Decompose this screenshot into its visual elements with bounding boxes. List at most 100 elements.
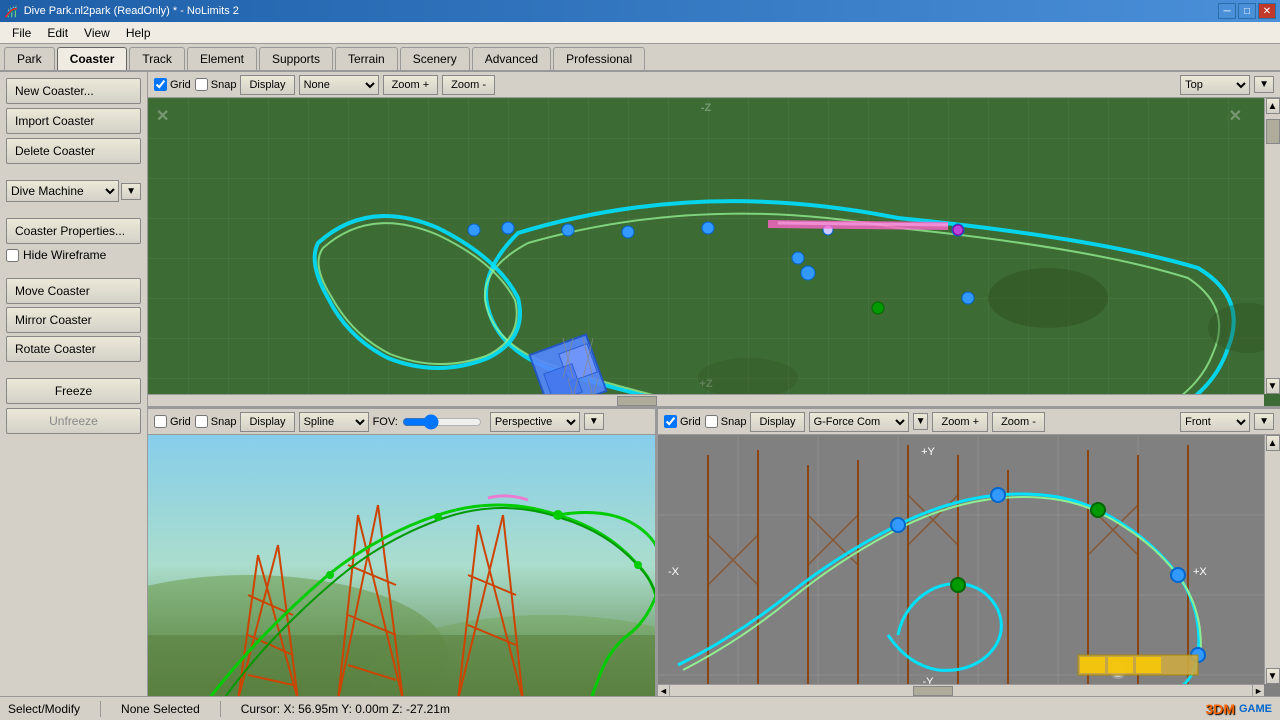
status-bar: Select/Modify None Selected Cursor: X: 5… bbox=[0, 696, 1280, 720]
snap-checkbox-persp[interactable] bbox=[195, 415, 208, 428]
tab-scenery[interactable]: Scenery bbox=[400, 47, 470, 70]
front-scene[interactable]: +Y -Y -X +X bbox=[658, 435, 1264, 684]
svg-text:-Y: -Y bbox=[923, 676, 935, 684]
tab-professional[interactable]: Professional bbox=[553, 47, 645, 70]
tab-element[interactable]: Element bbox=[187, 47, 257, 70]
tab-track[interactable]: Track bbox=[129, 47, 185, 70]
menu-help[interactable]: Help bbox=[118, 24, 159, 42]
view-select-arrow-front[interactable]: ▼ bbox=[1254, 413, 1274, 430]
view-select-front[interactable]: Front Top Side Perspective bbox=[1180, 412, 1250, 432]
menu-edit[interactable]: Edit bbox=[39, 24, 76, 42]
snap-label-top: Snap bbox=[211, 79, 237, 91]
spline-select-persp[interactable]: Spline bbox=[299, 412, 369, 432]
freeze-button[interactable]: Freeze bbox=[6, 378, 141, 404]
perspective-toolbar: Grid Snap Display Spline FOV: Perspectiv… bbox=[148, 409, 655, 435]
snap-check-persp: Snap bbox=[195, 415, 237, 428]
display-button-front[interactable]: Display bbox=[750, 412, 804, 432]
hide-wireframe-input[interactable] bbox=[6, 249, 19, 262]
tab-advanced[interactable]: Advanced bbox=[472, 47, 551, 70]
sidebar: New Coaster... Import Coaster Delete Coa… bbox=[0, 72, 148, 696]
grid-checkbox-front[interactable] bbox=[664, 415, 677, 428]
scrollbar-v-track-top bbox=[1266, 114, 1280, 378]
scrollbar-h-front[interactable] bbox=[658, 684, 1264, 696]
scrollbar-v-up-top[interactable]: ▲ bbox=[1266, 98, 1280, 114]
logo-3dm: 3DM bbox=[1205, 701, 1235, 717]
display-button-top[interactable]: Display bbox=[240, 75, 294, 95]
snap-checkbox-top[interactable] bbox=[195, 78, 208, 91]
zoom-in-top[interactable]: Zoom + bbox=[383, 75, 439, 95]
snap-check-front: Snap bbox=[705, 415, 747, 428]
tab-park[interactable]: Park bbox=[4, 47, 55, 70]
zoom-in-front[interactable]: Zoom + bbox=[932, 412, 988, 432]
coaster-properties-button[interactable]: Coaster Properties... bbox=[6, 218, 141, 244]
front-viewport: Grid Snap Display G-Force Com ▼ Zoom + Z… bbox=[658, 409, 1280, 696]
svg-text:+X: +X bbox=[1193, 566, 1207, 578]
perspective-svg bbox=[148, 435, 655, 696]
scrollbar-v-front[interactable]: ▲ ▼ bbox=[1264, 435, 1280, 684]
title-icon: 🎢 bbox=[4, 5, 18, 18]
menu-bar: File Edit View Help bbox=[0, 22, 1280, 44]
gforce-arrow-front[interactable]: ▼ bbox=[913, 413, 929, 430]
tab-coaster[interactable]: Coaster bbox=[57, 47, 128, 70]
snap-label-persp: Snap bbox=[211, 416, 237, 428]
scrollbar-v-up-front[interactable]: ▲ bbox=[1266, 435, 1280, 451]
tab-supports[interactable]: Supports bbox=[259, 47, 333, 70]
scrollbar-v-down-front[interactable]: ▼ bbox=[1266, 668, 1280, 684]
tab-terrain[interactable]: Terrain bbox=[335, 47, 398, 70]
snap-checkbox-front[interactable] bbox=[705, 415, 718, 428]
fov-slider[interactable] bbox=[402, 414, 482, 430]
mirror-coaster-button[interactable]: Mirror Coaster bbox=[6, 307, 141, 333]
grid-check-persp: Grid bbox=[154, 415, 191, 428]
menu-file[interactable]: File bbox=[4, 24, 39, 42]
grid-label-front: Grid bbox=[680, 416, 701, 428]
top-viewport[interactable]: -Z +Z ✕ ✕ bbox=[148, 98, 1280, 406]
display-button-persp[interactable]: Display bbox=[240, 412, 294, 432]
mode-label: Select/Modify bbox=[8, 702, 80, 716]
zoom-out-top[interactable]: Zoom - bbox=[442, 75, 495, 95]
status-sep-2 bbox=[220, 701, 221, 717]
view-select-top[interactable]: Top Front Side Perspective bbox=[1180, 75, 1250, 95]
view-select-arrow-persp[interactable]: ▼ bbox=[584, 413, 604, 430]
filter-select-top[interactable]: None bbox=[299, 75, 379, 95]
grid-checkbox-top[interactable] bbox=[154, 78, 167, 91]
snap-check-top: Snap bbox=[195, 78, 237, 91]
zoom-out-front[interactable]: Zoom - bbox=[992, 412, 1045, 432]
move-coaster-button[interactable]: Move Coaster bbox=[6, 278, 141, 304]
coaster-dropdown: Dive Machine ▼ bbox=[6, 180, 141, 202]
unfreeze-button[interactable]: Unfreeze bbox=[6, 408, 141, 434]
view-select-arrow-top[interactable]: ▼ bbox=[1254, 76, 1274, 93]
grid-checkbox-persp[interactable] bbox=[154, 415, 167, 428]
gforce-select-front[interactable]: G-Force Com bbox=[809, 412, 909, 432]
scrollbar-v-thumb-top[interactable] bbox=[1266, 119, 1280, 144]
view-selector-top: Top Front Side Perspective ▼ bbox=[1180, 75, 1274, 95]
tab-bar: Park Coaster Track Element Supports Terr… bbox=[0, 44, 1280, 72]
coaster-dropdown-arrow[interactable]: ▼ bbox=[121, 183, 141, 200]
grid-label-persp: Grid bbox=[170, 416, 191, 428]
perspective-viewport: Grid Snap Display Spline FOV: Perspectiv… bbox=[148, 409, 658, 696]
rotate-coaster-button[interactable]: Rotate Coaster bbox=[6, 336, 141, 362]
coaster-select[interactable]: Dive Machine bbox=[6, 180, 119, 202]
new-coaster-button[interactable]: New Coaster... bbox=[6, 78, 141, 104]
bottom-viewports: Grid Snap Display Spline FOV: Perspectiv… bbox=[148, 406, 1280, 696]
minimize-button[interactable]: ─ bbox=[1218, 3, 1236, 19]
scrollbar-h-top[interactable] bbox=[148, 394, 1264, 406]
scrollbar-h-left-front[interactable]: ◄ bbox=[658, 684, 670, 696]
maximize-button[interactable]: □ bbox=[1238, 3, 1256, 19]
logo-area: 3DM GAME bbox=[1205, 701, 1272, 717]
svg-text:+Y: +Y bbox=[921, 446, 935, 458]
menu-view[interactable]: View bbox=[76, 24, 118, 42]
delete-coaster-button[interactable]: Delete Coaster bbox=[6, 138, 141, 164]
scrollbar-h-thumb-top[interactable] bbox=[617, 396, 657, 406]
top-viewport-canvas: -Z +Z ✕ ✕ bbox=[148, 98, 1264, 394]
close-button[interactable]: ✕ bbox=[1258, 3, 1276, 19]
scrollbar-v-top[interactable]: ▲ ▼ bbox=[1264, 98, 1280, 394]
status-sep-1 bbox=[100, 701, 101, 717]
selection-label: None Selected bbox=[121, 702, 200, 716]
perspective-scene[interactable] bbox=[148, 435, 655, 696]
import-coaster-button[interactable]: Import Coaster bbox=[6, 108, 141, 134]
scrollbar-v-down-top[interactable]: ▼ bbox=[1266, 378, 1280, 394]
scrollbar-h-thumb-front[interactable] bbox=[913, 686, 953, 696]
view-select-persp[interactable]: Perspective Top Front Side bbox=[490, 412, 580, 432]
scrollbar-h-right-front[interactable]: ► bbox=[1252, 684, 1264, 696]
cursor-label: Cursor: X: 56.95m Y: 0.00m Z: -27.21m bbox=[241, 702, 450, 716]
